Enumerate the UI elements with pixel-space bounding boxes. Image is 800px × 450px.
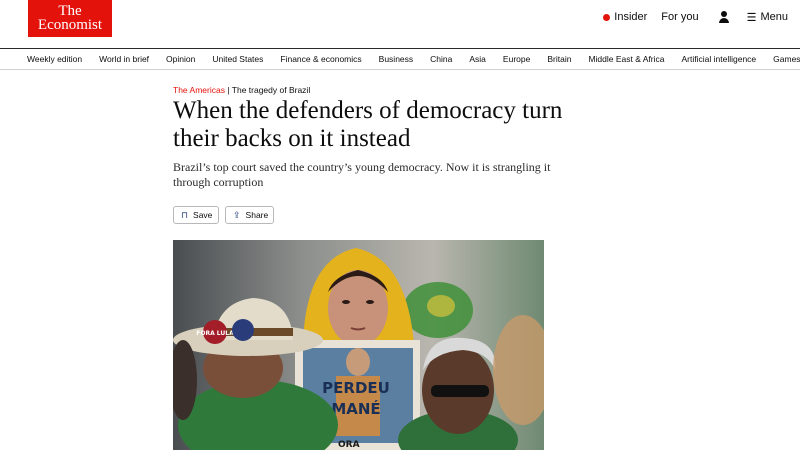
nav-item-world-in-brief[interactable]: World in brief: [99, 54, 149, 64]
insider-label: Insider: [614, 11, 648, 23]
nav-item-europe[interactable]: Europe: [503, 54, 530, 64]
nav-item-opinion[interactable]: Opinion: [166, 54, 195, 64]
economist-logo[interactable]: The Economist: [28, 0, 112, 37]
article-headline: When the defenders of democracy turn the…: [173, 97, 563, 152]
menu-label: Menu: [760, 11, 788, 23]
sign-text-1: PERDEU: [322, 379, 390, 397]
nav-item-united-states[interactable]: United States: [212, 54, 263, 64]
nav-item-finance-economics[interactable]: Finance & economics: [280, 54, 361, 64]
nav-item-britain[interactable]: Britain: [547, 54, 571, 64]
share-icon: ⇪: [233, 209, 241, 220]
user-icon-head: [720, 11, 727, 17]
nav-item-china[interactable]: China: [430, 54, 452, 64]
section-link[interactable]: The Americas: [173, 85, 225, 95]
logo-line-1: The: [58, 3, 82, 19]
user-icon-body: [718, 18, 729, 23]
nav-item-asia[interactable]: Asia: [469, 54, 486, 64]
save-label: Save: [193, 210, 213, 220]
protest-photo: PERDEU MANÉ FORA LULA ORA: [173, 240, 544, 450]
live-dot-icon: [603, 13, 611, 21]
insider-link[interactable]: Insider: [603, 11, 647, 23]
flag-diamond: [427, 295, 455, 317]
article-kicker: The Americas | The tragedy of Brazil: [173, 85, 310, 95]
nav-item-business[interactable]: Business: [379, 54, 414, 64]
nav-item-artificial-intelligence[interactable]: Artificial intelligence: [682, 54, 757, 64]
user-icon[interactable]: [717, 10, 731, 24]
nav-item-weekly-edition[interactable]: Weekly edition: [27, 54, 82, 64]
article-rubric: The tragedy of Brazil: [231, 85, 311, 95]
share-button[interactable]: ⇪ Share: [225, 206, 274, 224]
placard-fragment: ORA: [338, 440, 360, 450]
bookmark-icon: ⊓: [181, 209, 189, 220]
sunglasses: [431, 385, 489, 397]
header-actions: Insider For you ☰ Menu: [603, 8, 788, 26]
kicker-separator: |: [227, 85, 230, 95]
menu-icon: ☰: [746, 11, 757, 24]
logo-line-2: Economist: [37, 17, 103, 33]
for-you-link[interactable]: For you: [661, 11, 698, 23]
save-button[interactable]: ⊓ Save: [173, 206, 219, 224]
nav-item-middle-east-africa[interactable]: Middle East & Africa: [588, 54, 664, 64]
nav-item-games[interactable]: Games: [773, 54, 800, 64]
share-label: Share: [245, 210, 269, 220]
article-subheadline: Brazil’s top court saved the country’s y…: [173, 160, 551, 189]
article-lead-image: PERDEU MANÉ FORA LULA ORA: [173, 240, 544, 450]
hat-badge-text: FORA LULA: [196, 330, 234, 337]
site-header: The Economist Insider For you ☰ Menu: [0, 0, 800, 48]
main-navigation: Weekly edition World in brief Opinion Un…: [0, 48, 800, 70]
sign-text-2: MANÉ: [331, 399, 380, 418]
menu-button[interactable]: ☰ Menu: [747, 11, 788, 24]
for-you-label: For you: [661, 11, 699, 23]
